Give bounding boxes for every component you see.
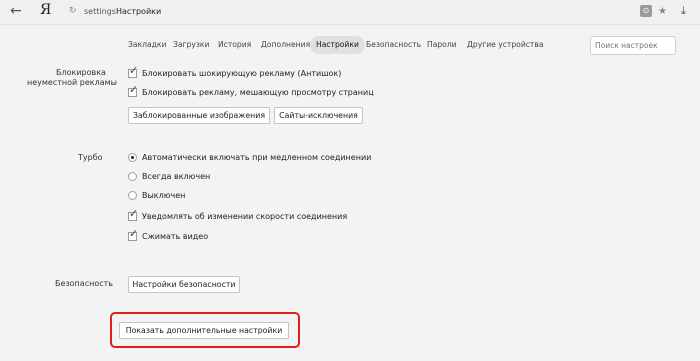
checkbox[interactable]: ✓	[128, 228, 138, 241]
download-icon[interactable]: ⤓	[681, 4, 686, 18]
url-title: Настройки	[116, 7, 162, 16]
tab-settings[interactable]: Настройки	[310, 36, 365, 54]
address-bar[interactable]: ↻ settings Настройки ⊙ ★	[64, 3, 676, 20]
tab-extensions[interactable]: Дополнения	[261, 36, 310, 54]
check-icon: ✓	[129, 64, 139, 77]
check-icon: ✓	[129, 83, 139, 96]
security-section-label: Безопасность	[55, 279, 113, 288]
tab-passwords[interactable]: Пароли	[427, 36, 457, 54]
protect-icon[interactable]: ⊙	[640, 5, 652, 17]
exception-sites-button[interactable]: Сайты-исключения	[274, 107, 363, 124]
back-arrow-icon[interactable]: ←	[10, 3, 22, 19]
checkbox[interactable]: ✓	[128, 84, 138, 97]
tab-bookmarks[interactable]: Закладки	[128, 36, 166, 54]
tab-downloads[interactable]: Загрузки	[173, 36, 209, 54]
browser-toolbar: ← Я ↻ settings Настройки ⊙ ★ ⤓	[0, 0, 700, 25]
blocked-images-button[interactable]: Заблокированные изображения	[128, 107, 270, 124]
radio-button[interactable]	[128, 191, 137, 200]
bookmark-star-icon[interactable]: ★	[658, 3, 667, 20]
show-advanced-settings-button[interactable]: Показать дополнительные настройки	[119, 322, 289, 339]
url-scheme: settings	[84, 7, 116, 16]
tab-security[interactable]: Безопасность	[366, 36, 421, 54]
settings-search-input[interactable]	[590, 36, 676, 55]
turbo-section-label: Турбо	[78, 153, 103, 162]
check-icon: ✓	[129, 207, 139, 220]
checkbox[interactable]: ✓	[128, 208, 138, 221]
ads-section-label-2: неуместной рекламы	[27, 78, 117, 87]
reload-icon[interactable]: ↻	[69, 3, 77, 20]
tab-history[interactable]: История	[218, 36, 251, 54]
check-icon: ✓	[129, 227, 139, 240]
radio-button[interactable]	[128, 153, 137, 162]
yandex-logo[interactable]: Я	[40, 2, 51, 18]
radio-button[interactable]	[128, 172, 137, 181]
tab-other-devices[interactable]: Другие устройства	[467, 36, 543, 54]
security-settings-button[interactable]: Настройки безопасности	[128, 276, 240, 293]
radio-dot	[131, 156, 134, 159]
checkbox[interactable]: ✓	[128, 65, 138, 78]
